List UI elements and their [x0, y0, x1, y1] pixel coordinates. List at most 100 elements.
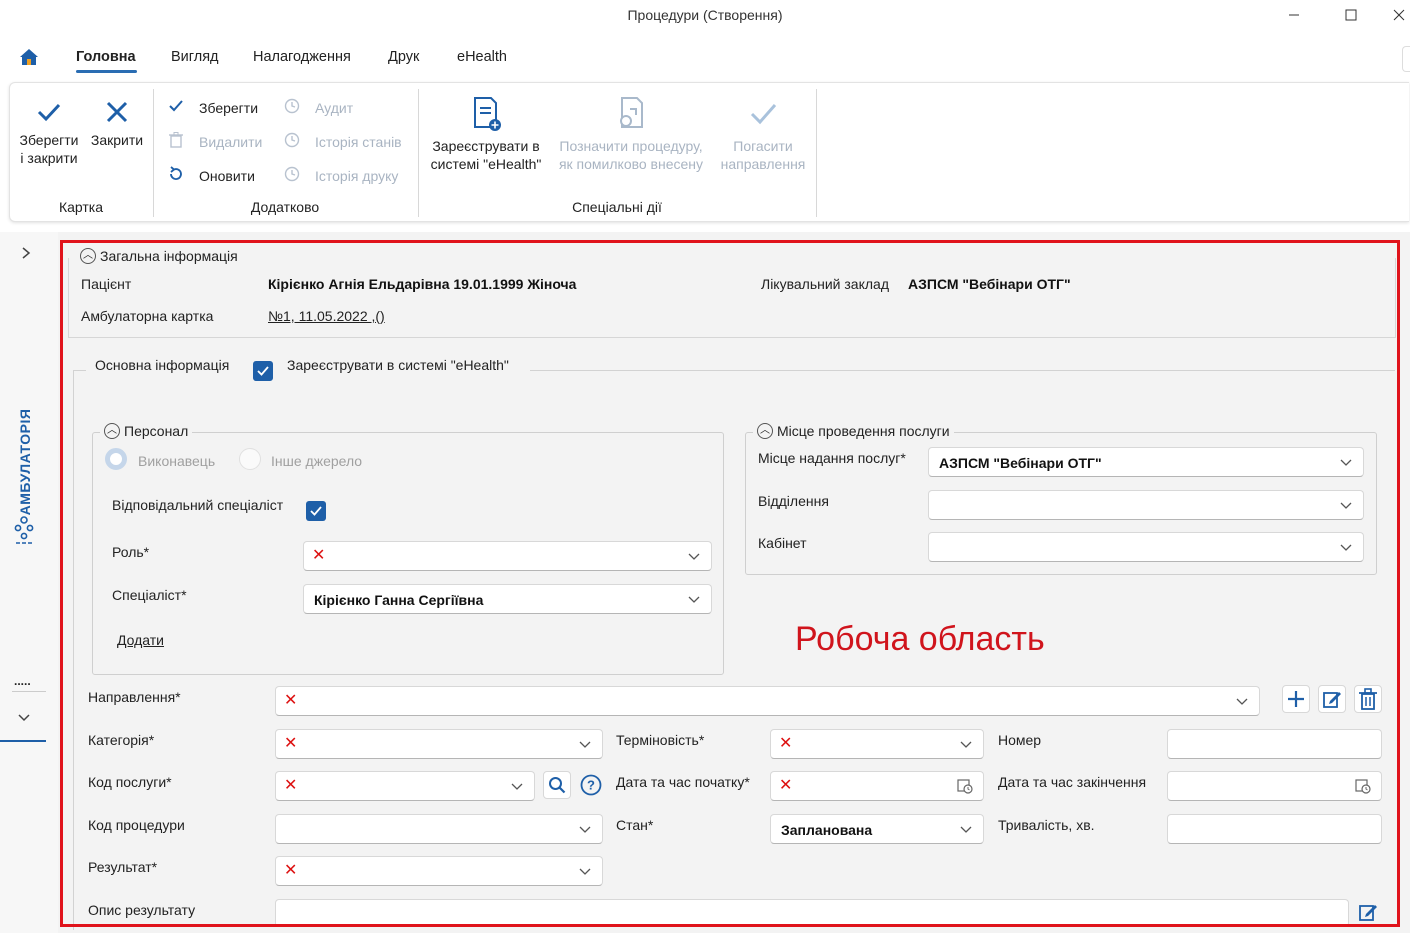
patient-label: Пацієнт: [81, 276, 132, 292]
home-icon: [20, 49, 38, 65]
start-datetime-input[interactable]: ✕: [770, 771, 984, 801]
sidebar-tab-ambulatory[interactable]: АМБУЛАТОРІЯ: [10, 398, 40, 548]
mark-error-button[interactable]: Позначити процедуру, як помилково внесен…: [550, 95, 712, 173]
duration-label: Тривалість, хв.: [998, 817, 1095, 833]
radio-performer[interactable]: [105, 448, 127, 470]
search-box-edge[interactable]: [1402, 46, 1410, 72]
svg-text:?: ?: [587, 778, 595, 793]
maximize-icon: [1345, 9, 1357, 21]
checkmark-disabled-icon: [750, 104, 777, 125]
state-select[interactable]: Запланована: [770, 814, 984, 844]
responsible-checkbox[interactable]: [306, 501, 326, 521]
add-referral-button[interactable]: [1282, 685, 1310, 713]
expand-sidebar-button[interactable]: [20, 246, 32, 263]
active-tab-underline: [76, 70, 137, 73]
result-select[interactable]: ✕: [275, 856, 603, 886]
referral-select[interactable]: ✕: [275, 686, 1260, 716]
help-service-button[interactable]: ?: [578, 771, 604, 799]
cancel-referral-button[interactable]: Погасити направлення: [714, 95, 812, 173]
state-history-button[interactable]: Історія станів: [283, 132, 402, 151]
delete-button[interactable]: Видалити: [167, 132, 262, 151]
chevron-down-icon: [960, 826, 972, 833]
tab-main-info[interactable]: Основна інформація: [95, 357, 229, 373]
help-icon: ?: [580, 774, 602, 796]
audit-label: Аудит: [315, 99, 354, 116]
minimize-button[interactable]: [1274, 4, 1314, 26]
sidebar-collapse-button[interactable]: [17, 710, 31, 726]
save-close-button[interactable]: Зберегти і закрити: [16, 97, 82, 167]
audit-button[interactable]: Аудит: [283, 98, 353, 117]
general-info-header[interactable]: ︿ Загальна інформація: [76, 248, 242, 264]
radio-other-source[interactable]: [239, 448, 261, 470]
result-description-input[interactable]: [275, 899, 1349, 927]
personnel-header[interactable]: ︿ Персонал: [100, 423, 193, 439]
trash-icon: [1359, 688, 1377, 710]
workarea-annotation: Робоча область: [795, 620, 1045, 658]
card-link[interactable]: №1, 11.05.2022 ,(): [268, 308, 385, 324]
place-header[interactable]: ︿ Місце проведення послуги: [753, 423, 954, 439]
register-label-2: системі "eHealth": [430, 156, 542, 172]
edit-icon: [1323, 692, 1341, 708]
close-button[interactable]: Закрити: [88, 97, 146, 149]
delete-referral-button[interactable]: [1354, 685, 1382, 713]
tab-settings[interactable]: Налагодження: [253, 49, 351, 65]
cabinet-select[interactable]: [928, 532, 1364, 562]
category-select[interactable]: ✕: [275, 729, 603, 759]
tab-view[interactable]: Вигляд: [171, 49, 219, 65]
mark-error-label-2: як помилково внесену: [558, 156, 704, 172]
collapse-icon: ︿: [757, 423, 773, 439]
category-label: Категорія*: [88, 732, 155, 748]
edit-referral-button[interactable]: [1318, 685, 1346, 713]
urgency-select[interactable]: ✕: [770, 729, 984, 759]
sidebar: АМБУЛАТОРІЯ .....: [0, 232, 58, 933]
save-button[interactable]: Зберегти: [167, 98, 258, 117]
service-code-select[interactable]: ✕: [275, 771, 535, 801]
specialist-select[interactable]: Кірієнко Ганна Сергіївна: [303, 584, 712, 614]
chevron-right-icon: [22, 247, 31, 259]
chevron-down-icon: [1340, 459, 1352, 466]
tab-home[interactable]: Головна: [76, 49, 136, 65]
people-icon: [14, 516, 34, 547]
chevron-down-icon: [960, 741, 972, 748]
chevron-down-icon: [688, 596, 700, 603]
register-ehealth-button[interactable]: Зареєструвати в системі "eHealth": [422, 95, 550, 173]
close-window-button[interactable]: [1388, 4, 1410, 26]
end-datetime-input[interactable]: [1167, 771, 1382, 801]
add-link[interactable]: Додати: [117, 632, 164, 648]
responsible-label: Відповідальний спеціаліст: [112, 497, 284, 513]
document-add-icon: [474, 97, 501, 131]
patient-value: Кірієнко Агнія Ельдарівна 19.01.1999 Жін…: [268, 276, 577, 292]
urgency-label: Терміновість*: [616, 732, 705, 748]
edit-icon: [1359, 905, 1377, 921]
state-label: Стан*: [616, 817, 654, 833]
radio-other-source-label: Інше джерело: [271, 453, 363, 469]
checkmark-icon: [37, 103, 61, 122]
chevron-down-icon: [579, 868, 591, 875]
register-ehealth-checkbox[interactable]: [253, 361, 273, 381]
edit-description-button[interactable]: [1354, 899, 1382, 925]
tab-print[interactable]: Друк: [388, 49, 419, 65]
home-button[interactable]: [18, 47, 40, 70]
number-input[interactable]: [1167, 729, 1382, 759]
chevron-down-icon: [579, 826, 591, 833]
role-select[interactable]: ✕: [303, 541, 712, 571]
maximize-button[interactable]: [1331, 4, 1371, 26]
document-link-icon: [620, 97, 643, 128]
search-service-button[interactable]: [543, 771, 571, 799]
checkmark-icon: [257, 366, 269, 376]
start-datetime-label: Дата та час початку*: [616, 774, 750, 790]
role-label: Роль*: [112, 544, 150, 560]
duration-input[interactable]: [1167, 814, 1382, 844]
plus-icon: [1288, 691, 1304, 707]
print-history-button[interactable]: Історія друку: [283, 166, 398, 185]
error-x-icon: ✕: [284, 862, 298, 879]
cabinet-label: Кабінет: [758, 535, 807, 551]
place-select[interactable]: АЗПСМ "Вебінари ОТГ": [928, 447, 1364, 477]
tab-ehealth[interactable]: eHealth: [457, 49, 507, 65]
result-label: Результат*: [88, 859, 158, 875]
department-select[interactable]: [928, 490, 1364, 520]
save-label: Зберегти: [199, 99, 259, 116]
procedure-code-select[interactable]: [275, 814, 603, 844]
card-label: Амбулаторна картка: [81, 308, 214, 324]
refresh-button[interactable]: Оновити: [167, 166, 255, 185]
